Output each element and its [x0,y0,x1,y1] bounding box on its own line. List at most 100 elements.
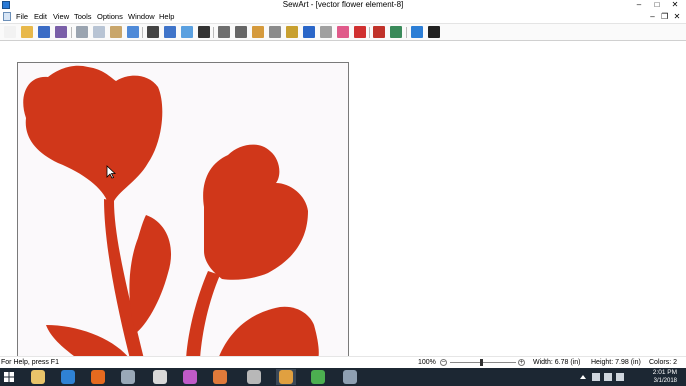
menu-view[interactable]: View [53,11,69,22]
menu-edit[interactable]: Edit [34,11,47,22]
color-replace-icon[interactable] [354,26,366,38]
design-canvas[interactable] [17,62,349,358]
sewart-taskbar-icon [279,370,293,384]
status-bar: For Help, press F1 100% − + Width: 6.78 … [0,356,686,368]
menu-bar: File Edit View Tools Options Window Help… [0,11,686,22]
minimize-button[interactable]: – [630,0,648,10]
cut-icon[interactable] [76,26,88,38]
adjust-icon[interactable] [147,26,159,38]
zoom-in-button[interactable]: + [518,359,525,366]
flower-shape [23,65,319,357]
action-center-icon[interactable] [616,373,624,381]
crop-icon[interactable] [198,26,210,38]
close-button[interactable]: ✕ [666,0,684,10]
fill-icon[interactable] [320,26,332,38]
doc-restore-button[interactable]: ❐ [660,11,670,22]
preview-icon[interactable] [390,26,402,38]
system-tray: 2:01 PM 3/1/2018 [576,368,686,386]
scanner-icon [247,370,261,384]
title-bar: SewArt - [vector flower element-8] – □ ✕ [0,0,686,10]
file-explorer-taskbar-button[interactable] [28,369,48,385]
zoom-out-button[interactable]: − [440,359,447,366]
clock-app-icon [153,370,167,384]
open-icon[interactable] [21,26,33,38]
design-width: Width: 6.78 (in) [533,359,581,366]
edge-icon [61,370,75,384]
document-window-controls: – ❐ ✕ [648,11,682,22]
menu-window[interactable]: Window [128,11,155,22]
taskbar: 2:01 PM 3/1/2018 [0,368,686,386]
workspace [0,41,686,358]
undo-icon[interactable] [127,26,139,38]
resize-icon[interactable] [181,26,193,38]
leaf-lower-left [46,325,129,357]
monitor-taskbar-button[interactable] [340,369,360,385]
color-count: Colors: 2 [649,359,678,366]
window-title: SewArt - [vector flower element-8] [282,0,404,9]
copy-icon[interactable] [93,26,105,38]
save-icon[interactable] [38,26,50,38]
toolbar-separator [142,27,143,38]
media-icon [121,370,135,384]
firefox-taskbar-button[interactable] [88,369,108,385]
line-icon[interactable] [303,26,315,38]
bud-lower-right [218,306,319,357]
save-as-icon[interactable] [55,26,67,38]
zoom-level: 100% [418,359,436,366]
media-taskbar-button[interactable] [118,369,138,385]
zoom-slider-track[interactable] [450,362,516,363]
paste-icon[interactable] [110,26,122,38]
paint-icon [213,370,227,384]
scanner-taskbar-button[interactable] [244,369,264,385]
pencil-icon[interactable] [286,26,298,38]
maximize-button[interactable]: □ [648,0,666,10]
zoom-slider-thumb[interactable] [480,359,483,366]
document-icon[interactable] [3,12,11,21]
tulip-left [23,65,163,203]
doc-close-button[interactable]: ✕ [672,11,682,22]
new-icon[interactable] [4,26,16,38]
monitor-icon [343,370,357,384]
palette-icon[interactable] [252,26,264,38]
show-hidden-icons-icon[interactable] [580,375,586,379]
stitch-icon[interactable] [373,26,385,38]
photos-taskbar-button[interactable] [180,369,200,385]
merge-icon[interactable] [269,26,281,38]
firefox-icon [91,370,105,384]
windows-start-icon[interactable] [4,372,14,382]
menu-help[interactable]: Help [159,11,174,22]
clock-date[interactable]: 3/1/2018 [654,377,677,385]
toolbar [0,23,686,41]
globe-help-icon[interactable] [411,26,423,38]
menu-tools[interactable]: Tools [74,11,92,22]
stamp-icon[interactable] [218,26,230,38]
photos-icon [183,370,197,384]
design-height: Height: 7.98 (in) [591,359,641,366]
eraser-icon[interactable] [337,26,349,38]
status-help-text: For Help, press F1 [1,359,59,366]
flower-design [23,65,319,357]
toolbar-separator [406,27,407,38]
paint-taskbar-button[interactable] [210,369,230,385]
file-explorer-icon [31,370,45,384]
tulip-right [203,144,308,280]
context-help-icon[interactable] [428,26,440,38]
leaf-upper [129,215,172,333]
toolbar-separator [369,27,370,38]
sewart-taskbar-taskbar-button[interactable] [276,369,296,385]
network-icon[interactable] [592,373,600,381]
volume-icon[interactable] [604,373,612,381]
toolbar-separator [71,27,72,38]
toolbar-separator [213,27,214,38]
chrome-taskbar-button[interactable] [308,369,328,385]
chrome-icon [311,370,325,384]
doc-minimize-button[interactable]: – [648,11,658,22]
clock-time[interactable]: 2:01 PM [653,369,677,377]
menu-options[interactable]: Options [97,11,123,22]
clock-app-taskbar-button[interactable] [150,369,170,385]
menu-file[interactable]: File [16,11,28,22]
wand-icon[interactable] [235,26,247,38]
edge-taskbar-button[interactable] [58,369,78,385]
stem-right [186,271,220,357]
transform-icon[interactable] [164,26,176,38]
